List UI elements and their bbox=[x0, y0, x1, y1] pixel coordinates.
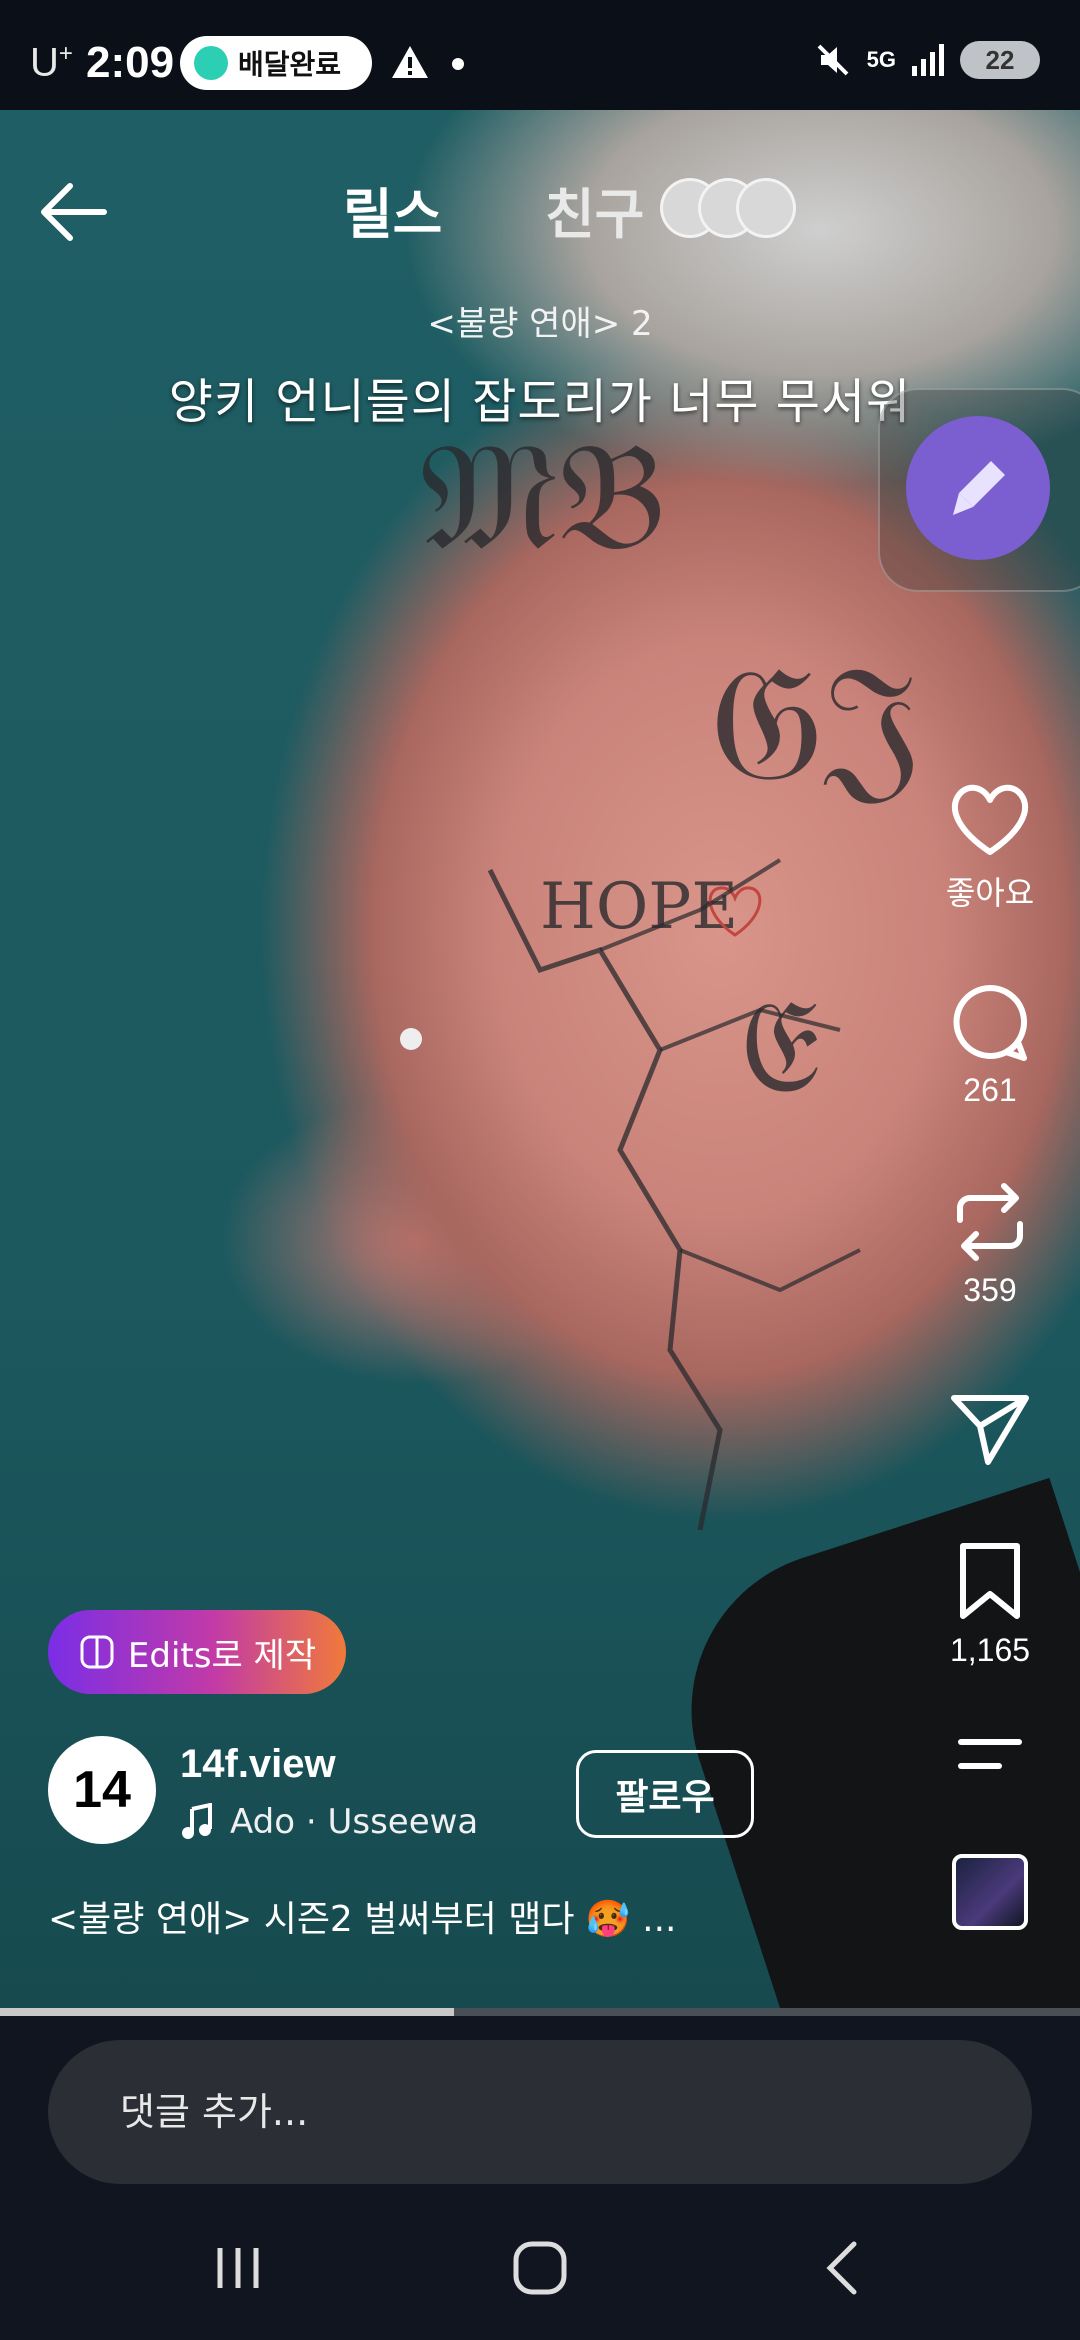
back-nav-icon[interactable] bbox=[814, 2238, 874, 2298]
tab-friends[interactable]: 친구 bbox=[545, 170, 644, 249]
author-username[interactable]: 14f.view bbox=[180, 1742, 336, 1787]
save-count: 1,165 bbox=[949, 1632, 1031, 1668]
music-info[interactable]: Ado · Usseewa bbox=[180, 1802, 478, 1842]
carrier-label: U+ bbox=[30, 40, 73, 85]
warning-icon bbox=[392, 46, 428, 78]
friend-avatar bbox=[736, 178, 796, 238]
system-nav-bar bbox=[0, 2200, 1080, 2340]
signal-icon bbox=[912, 44, 944, 76]
heart-icon bbox=[951, 784, 1029, 855]
video-crack-tattoo bbox=[487, 858, 861, 1531]
notification-dot-icon bbox=[452, 58, 464, 70]
repost-count: 359 bbox=[963, 1272, 1017, 1308]
brush-icon bbox=[953, 461, 1005, 515]
status-right-group: 5G 22 bbox=[813, 40, 1040, 80]
comment-bubble-icon bbox=[953, 985, 1027, 1061]
friend-avatar-stack[interactable] bbox=[660, 178, 830, 238]
delivery-app-icon bbox=[194, 46, 228, 80]
battery-indicator: 22 bbox=[960, 41, 1040, 79]
video-tattoo-art: 𝔐𝔅 bbox=[420, 410, 667, 584]
like-label: 좋아요 bbox=[945, 875, 1035, 911]
comment-count: 261 bbox=[963, 1072, 1017, 1108]
comment-input[interactable] bbox=[48, 2040, 1032, 2184]
mute-icon bbox=[817, 44, 849, 76]
video-nose-piercing bbox=[400, 1028, 422, 1050]
status-clock: 2:09 bbox=[86, 38, 175, 87]
edits-logo-icon bbox=[80, 1635, 114, 1669]
home-icon[interactable] bbox=[510, 2238, 570, 2298]
network-type-icon: 5G bbox=[866, 47, 896, 72]
music-note-icon bbox=[182, 1803, 212, 1839]
save-action[interactable]: 1,165 bbox=[940, 1540, 1040, 1669]
bookmark-icon bbox=[960, 1543, 1020, 1619]
arrow-left-icon[interactable] bbox=[36, 180, 108, 244]
video-overlay-title: <불량 연애> 2 bbox=[427, 304, 653, 344]
tab-reels[interactable]: 릴스 bbox=[343, 170, 442, 249]
repost-action[interactable]: 359 bbox=[940, 1180, 1040, 1309]
follow-button[interactable]: 팔로우 bbox=[576, 1750, 754, 1838]
reel-caption[interactable]: <불량 연애> 시즌2 벌써부터 맵다 🥵 ... bbox=[48, 1890, 677, 1942]
edits-create-label: Edits로 제작 bbox=[127, 1635, 317, 1676]
send-icon bbox=[951, 1395, 1029, 1465]
share-action[interactable] bbox=[940, 1390, 1040, 1474]
delivery-status-label: 배달완료 bbox=[238, 48, 342, 81]
comment-action[interactable]: 261 bbox=[940, 980, 1040, 1109]
playback-progress-fill bbox=[0, 2008, 454, 2016]
audio-thumbnail[interactable] bbox=[952, 1854, 1028, 1930]
video-tattoo-art: 𝔊𝔍 bbox=[710, 630, 922, 817]
music-label: Ado · Usseewa bbox=[230, 1802, 479, 1842]
edit-button[interactable] bbox=[906, 416, 1050, 560]
recent-apps-icon[interactable] bbox=[210, 2240, 266, 2296]
delivery-notification-pill[interactable]: 배달완료 bbox=[180, 36, 372, 90]
more-options[interactable] bbox=[940, 1730, 1040, 1784]
like-action[interactable]: 좋아요 bbox=[940, 780, 1040, 914]
edits-create-button[interactable]: Edits로 제작 bbox=[48, 1610, 346, 1694]
status-bar: U+ 2:09 배달완료 5G 22 bbox=[0, 0, 1080, 110]
repost-icon bbox=[957, 1183, 1023, 1261]
author-avatar[interactable]: 14 bbox=[48, 1736, 156, 1844]
menu-lines-icon bbox=[958, 1739, 1022, 1769]
